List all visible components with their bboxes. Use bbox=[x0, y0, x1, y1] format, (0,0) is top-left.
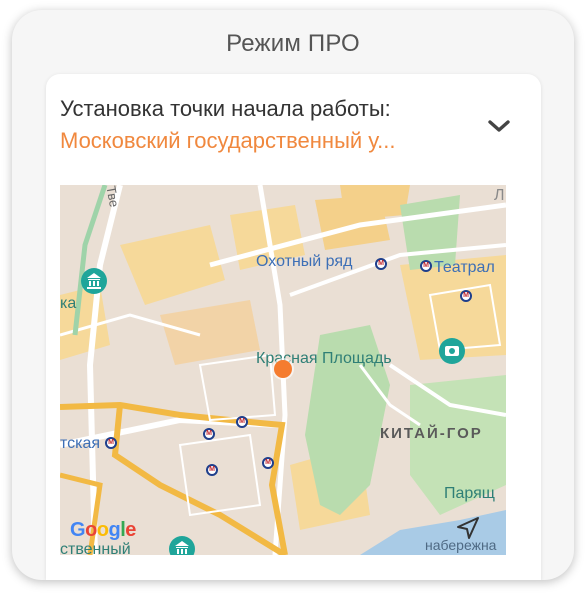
metro-icon: M bbox=[262, 457, 274, 469]
museum-icon bbox=[81, 268, 107, 294]
google-logo: Google bbox=[70, 519, 136, 541]
map-label-ka: ка bbox=[60, 295, 77, 312]
metro-icon: M bbox=[236, 416, 248, 428]
sheet-title: Режим ПРО bbox=[226, 30, 360, 57]
museum-icon bbox=[169, 536, 195, 555]
map-label-okhotny-ryad: Охотный ряд bbox=[256, 253, 353, 270]
start-location-marker[interactable] bbox=[274, 360, 292, 378]
metro-icon: M bbox=[460, 290, 472, 302]
chevron-down-icon[interactable] bbox=[486, 116, 512, 136]
metro-icon: M bbox=[105, 437, 117, 449]
location-arrow-icon[interactable] bbox=[456, 515, 482, 541]
map-view[interactable]: M M M M M M M M Охотный ряд Театрал Крас… bbox=[60, 185, 506, 555]
metro-icon: M bbox=[203, 428, 215, 440]
start-point-card[interactable]: Установка точки начала работы: Московски… bbox=[46, 74, 541, 580]
metro-icon: M bbox=[206, 464, 218, 476]
camera-icon bbox=[439, 338, 465, 364]
map-label-teatral: Театрал bbox=[434, 259, 495, 276]
start-point-value[interactable]: Московский государственный у... bbox=[60, 128, 480, 154]
map-label-kitay-gorod: КИТАЙ-ГОР bbox=[380, 425, 483, 442]
metro-icon: M bbox=[420, 260, 432, 272]
map-label-parysh: Парящ bbox=[444, 485, 495, 502]
map-label-skaya: тская bbox=[60, 435, 101, 452]
map-label-stvennyy: ственный bbox=[60, 541, 131, 555]
start-point-label: Установка точки начала работы: bbox=[60, 96, 391, 121]
pro-mode-sheet: Режим ПРО Установка точки начала работы:… bbox=[12, 10, 574, 580]
metro-icon: M bbox=[375, 258, 387, 270]
map-label-l: Л bbox=[494, 187, 505, 204]
